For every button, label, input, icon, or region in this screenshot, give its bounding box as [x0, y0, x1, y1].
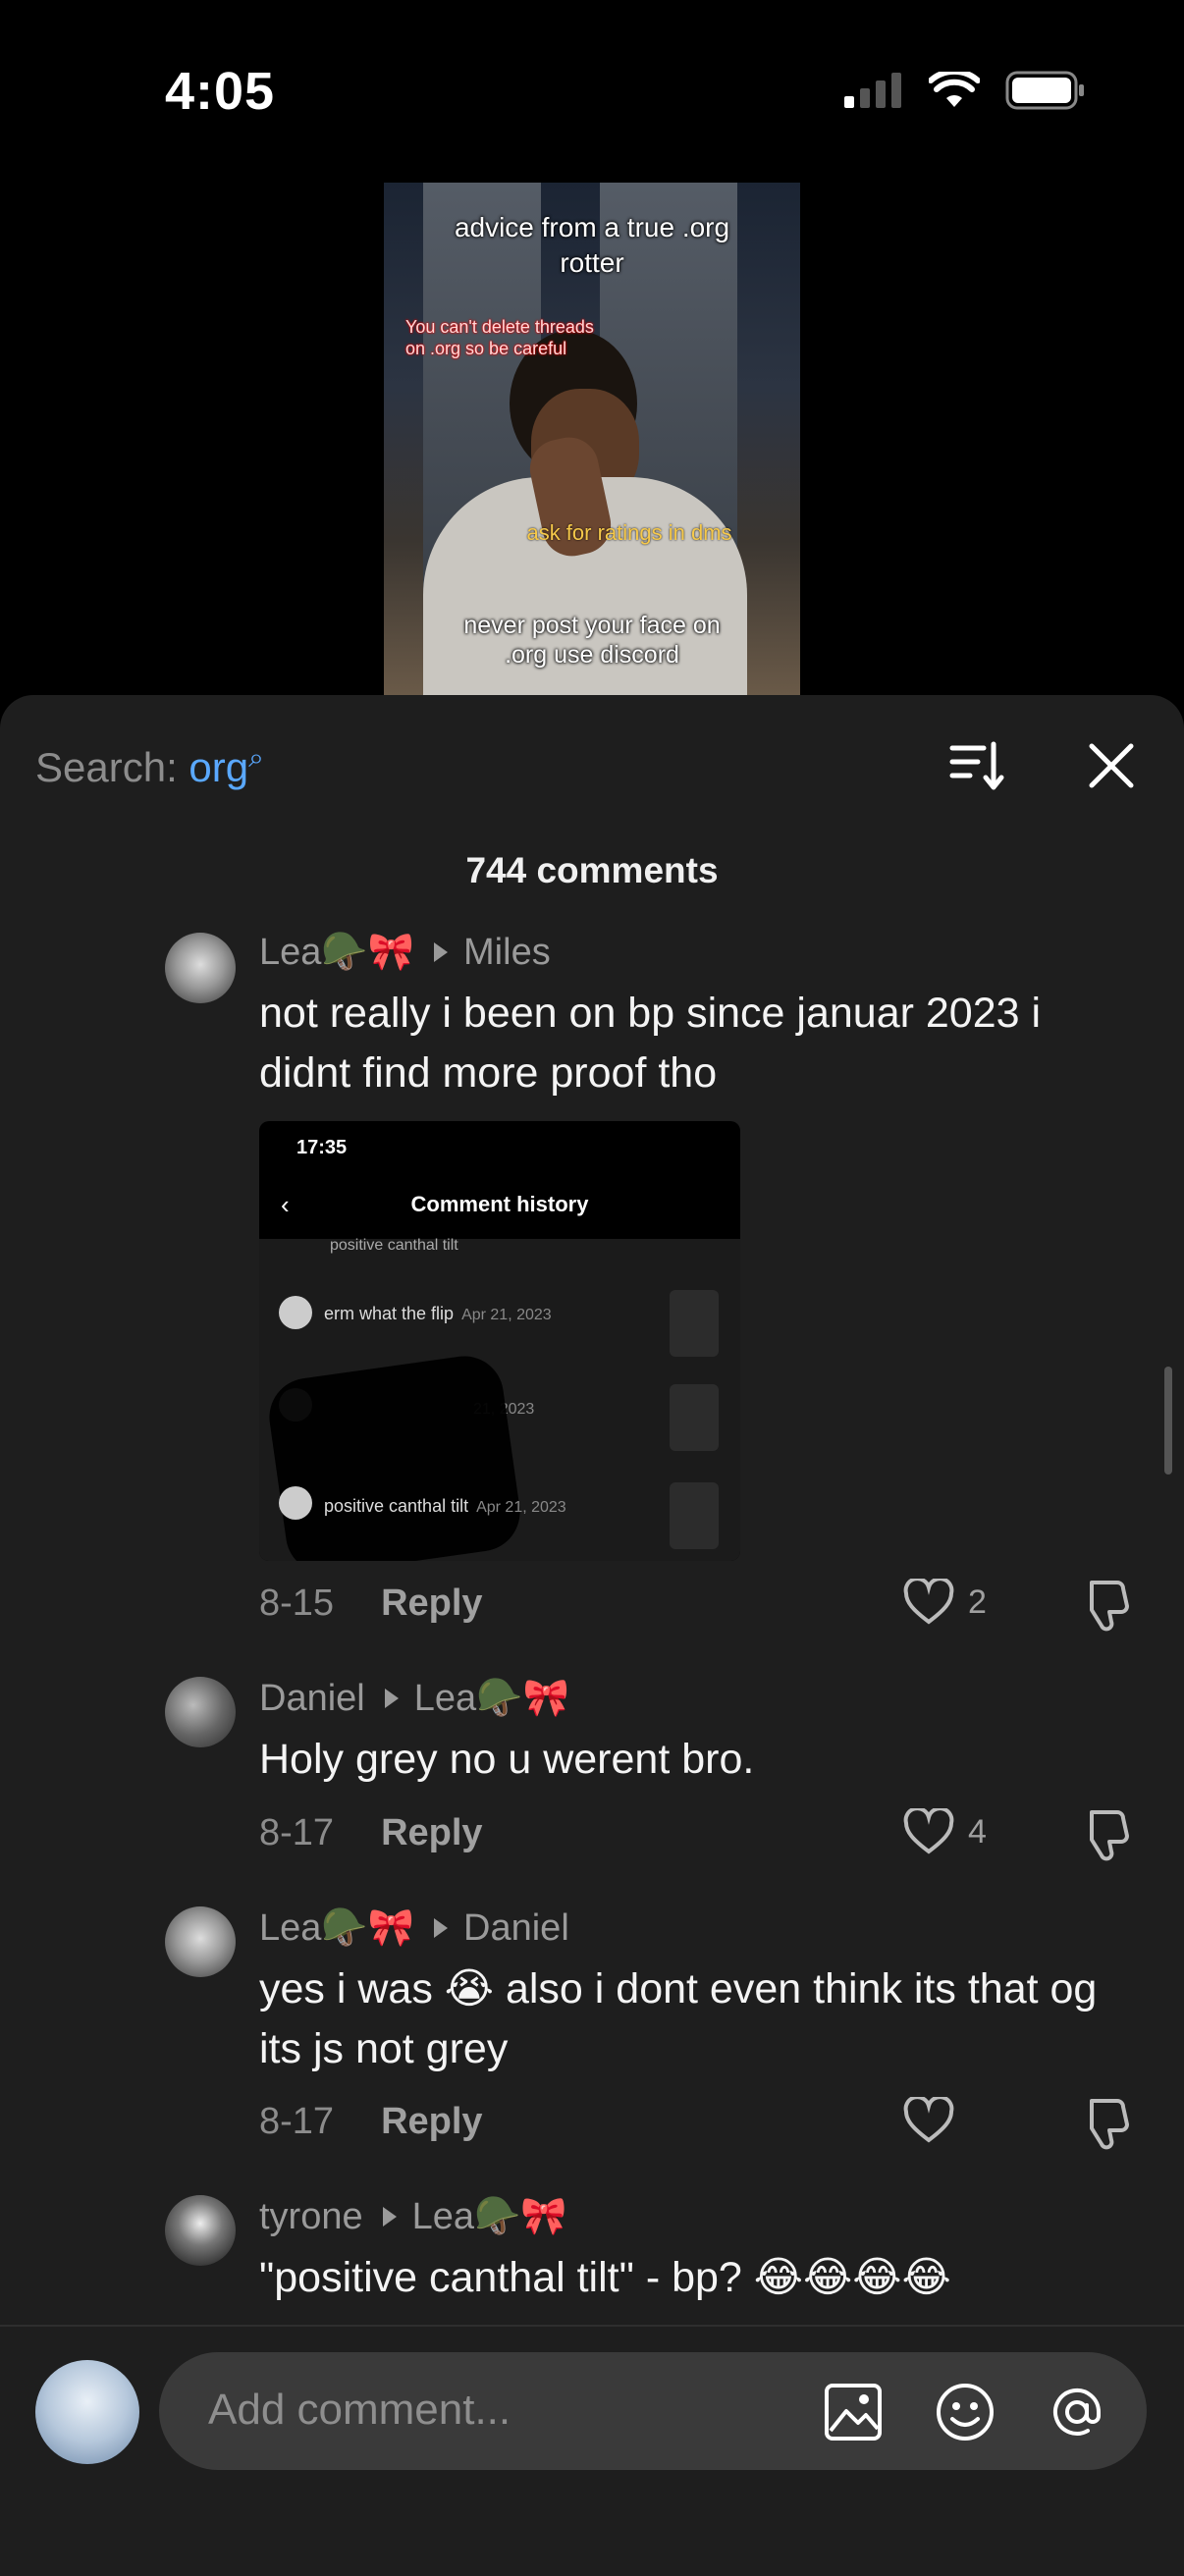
wifi-icon	[929, 72, 980, 107]
comment-reply-to[interactable]: Miles	[463, 932, 551, 974]
avatar[interactable]	[165, 1906, 236, 1977]
reply-button[interactable]: Reply	[381, 1583, 482, 1625]
scrollbar[interactable]	[1164, 1367, 1172, 1475]
dislike-icon[interactable]	[1078, 1808, 1131, 1861]
shot-item-text: erm what the flip	[324, 1304, 455, 1323]
comment-date: 8-17	[259, 2101, 335, 2142]
comment-composer: Add comment...	[0, 2325, 1184, 2576]
comment-meta: 8-15 Reply	[259, 1583, 483, 1625]
lock-icon	[670, 1384, 719, 1451]
reply-arrow-icon	[382, 2207, 397, 2227]
comment-text: "positive canthal tilt" - bp? 😂😂😂😂	[259, 2254, 951, 2301]
close-icon[interactable]	[1082, 736, 1141, 795]
shot-avatar	[279, 1486, 312, 1520]
shot-avatar	[279, 1296, 312, 1329]
video-thumbnail[interactable]: advice from a true .org rotter You can't…	[384, 183, 800, 695]
like-count: 2	[968, 1583, 987, 1621]
heart-icon	[903, 2097, 954, 2143]
comment-meta: 8-17 Reply	[259, 2101, 483, 2143]
avatar[interactable]	[35, 2360, 139, 2464]
comment-author-line: Lea🪖🎀 Daniel	[259, 1906, 569, 1950]
dislike-icon[interactable]	[1078, 2097, 1131, 2150]
video-caption-top: advice from a true .org rotter	[454, 212, 730, 278]
shot-item-date: Apr 21, 2023	[461, 1307, 552, 1323]
video-caption-bottom: never post your face on .org use discord	[463, 612, 721, 669]
heart-icon	[903, 1808, 954, 1854]
comment-author-line: Lea🪖🎀 Miles	[259, 931, 551, 974]
comment-input-placeholder: Add comment...	[208, 2386, 511, 2434]
comment-author[interactable]: Daniel	[259, 1678, 365, 1720]
search-icon: ⌕	[248, 742, 264, 773]
like-button[interactable]: 2	[903, 1579, 987, 1626]
lock-icon	[670, 1290, 719, 1357]
comment-author[interactable]: Lea🪖🎀	[259, 1906, 414, 1950]
shot-item: positive canthal tilt Apr 21, 2023	[324, 1496, 566, 1517]
like-count: 4	[968, 1812, 987, 1851]
comment-date: 8-17	[259, 1812, 335, 1853]
status-icons	[844, 71, 1086, 110]
shot-title: Comment history	[410, 1192, 589, 1216]
search-term: org	[188, 744, 249, 790]
reply-button[interactable]: Reply	[381, 2101, 482, 2143]
search-label: Search:	[35, 744, 189, 790]
emoji-icon[interactable]	[935, 2382, 996, 2442]
battery-icon	[1005, 71, 1084, 110]
comment-author-line: tyrone Lea🪖🎀	[259, 2195, 567, 2238]
redaction-scribble	[264, 1351, 525, 1561]
comment-author-line: Daniel Lea🪖🎀	[259, 1677, 569, 1720]
video-caption-yellow: ask for ratings in dms	[526, 520, 732, 545]
comment-reply-to[interactable]: Daniel	[463, 1907, 569, 1950]
shot-item-date: Apr 21, 2023	[476, 1499, 566, 1516]
mention-icon[interactable]	[1047, 2382, 1107, 2442]
comment-author[interactable]: Lea🪖🎀	[259, 931, 414, 974]
reply-arrow-icon	[434, 1918, 449, 1938]
reply-button[interactable]: Reply	[381, 1812, 482, 1854]
like-button[interactable]	[903, 2097, 968, 2144]
sort-icon[interactable]	[948, 736, 1007, 795]
reply-arrow-icon	[434, 942, 449, 962]
comment-meta: 8-17 Reply	[259, 1812, 483, 1854]
video-caption-pink: You can't delete threads on .org so be c…	[405, 317, 594, 358]
signal-icon	[844, 73, 901, 108]
avatar[interactable]	[165, 1677, 236, 1747]
shot-item-text: positive canthal tilt	[324, 1496, 469, 1516]
shot-status-time: 17:35	[296, 1137, 348, 1158]
shot-item: erm what the flip Apr 21, 2023	[324, 1304, 552, 1324]
dislike-icon[interactable]	[1078, 1579, 1131, 1632]
comment-attached-image[interactable]: 17:35 ‹ Comment history positive canthal…	[259, 1121, 740, 1561]
like-button[interactable]: 4	[903, 1808, 987, 1855]
shot-item-text: positive canthal tilt	[330, 1237, 458, 1254]
comment-reply-to[interactable]: Lea🪖🎀	[412, 2195, 567, 2238]
comment-text: not really i been on bp since januar 202…	[259, 990, 1042, 1097]
comment-reply-to[interactable]: Lea🪖🎀	[414, 1677, 569, 1720]
search-query[interactable]: Search: org⌕	[35, 742, 264, 791]
heart-icon	[903, 1579, 954, 1625]
lock-icon	[670, 1482, 719, 1549]
shot-list: positive canthal tilt erm what the flip A…	[259, 1237, 740, 1561]
status-bar: 4:05	[0, 0, 1184, 177]
image-icon[interactable]	[823, 2382, 884, 2442]
status-time: 4:05	[165, 62, 276, 121]
avatar[interactable]	[165, 2195, 236, 2266]
comments-count: 744 comments	[465, 850, 719, 890]
reply-arrow-icon	[384, 1689, 399, 1708]
comment-author[interactable]: tyrone	[259, 2196, 363, 2238]
avatar[interactable]	[165, 933, 236, 1003]
comment-text: Holy grey no u werent bro.	[259, 1736, 755, 1783]
comment-date: 8-15	[259, 1583, 335, 1624]
comment-text: yes i was 😭 also i dont even think its t…	[259, 1965, 1098, 2072]
comment-input[interactable]: Add comment...	[159, 2352, 1147, 2470]
